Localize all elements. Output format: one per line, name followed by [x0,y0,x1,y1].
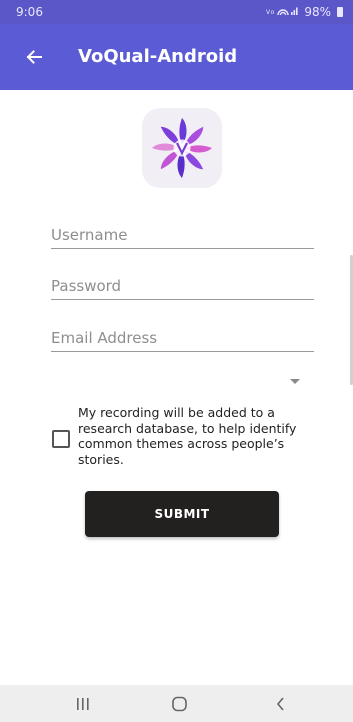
status-indicators: Vo 98% [266,5,343,19]
password-input[interactable] [51,274,314,298]
arrow-left-icon[interactable] [24,47,44,67]
submit-button[interactable]: SUBMIT [85,491,279,537]
chevron-left-icon[interactable] [261,685,301,722]
option-dropdown[interactable] [51,368,314,394]
consent-label: My recording will be added to a research… [78,405,297,467]
email-input[interactable] [51,326,314,350]
username-input[interactable] [51,223,314,247]
username-field[interactable] [51,223,314,249]
consent-checkbox[interactable] [52,430,70,448]
app-title: VoQual-Android [78,46,238,67]
status-time: 9:06 [16,5,43,19]
password-field[interactable] [51,274,314,300]
battery-percent: 98% [304,5,331,19]
system-nav-bar [0,685,353,722]
dropdown-arrow-icon[interactable] [290,379,300,384]
battery-icon [337,7,343,17]
email-field[interactable] [51,326,314,352]
app-bar: VoQual-Android [0,24,353,90]
svg-text:Vo: Vo [266,9,275,16]
home-icon[interactable] [160,685,200,722]
voqual-logo-icon [142,108,222,188]
signal-icon: Vo [266,6,300,19]
status-bar: 9:06 Vo 98% [0,0,353,24]
recents-icon[interactable] [63,685,103,722]
